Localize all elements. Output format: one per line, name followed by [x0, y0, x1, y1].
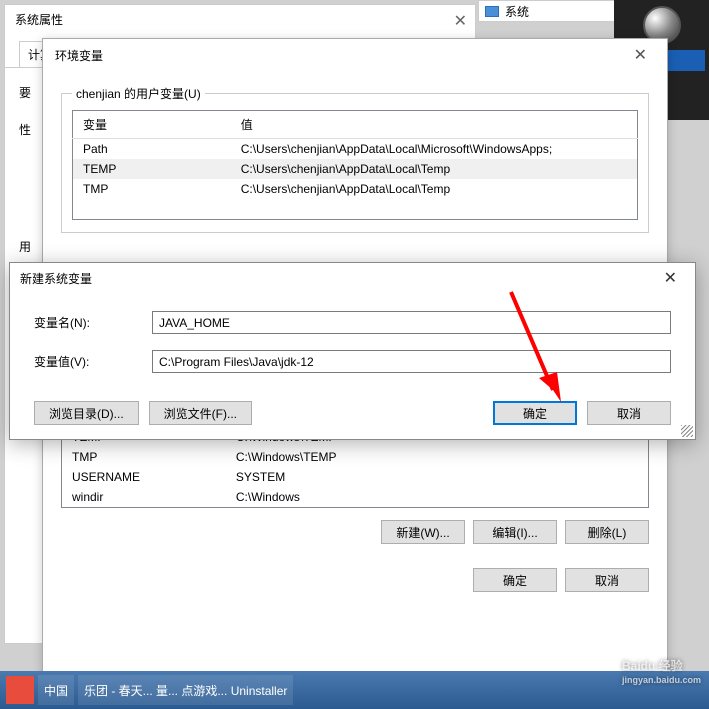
ok-button[interactable]: 确定	[473, 568, 557, 592]
taskbar-item[interactable]: 乐团 - 春天... 量... 点游戏... Uninstaller	[78, 675, 293, 705]
user-vars-table[interactable]: 变量 值 PathC:\Users\chenjian\AppData\Local…	[72, 110, 638, 220]
system-props-title: 系统属性	[15, 11, 63, 28]
system-vars-buttons: 新建(W)... 编辑(I)... 删除(L)	[61, 520, 649, 544]
table-row[interactable]: PathC:\Users\chenjian\AppData\Local\Micr…	[73, 139, 638, 160]
table-row[interactable]: windirC:\Windows	[62, 487, 649, 508]
new-system-variable-dialog: 新建系统变量 ✕ 变量名(N): 变量值(V): 浏览目录(D)... 浏览文件…	[9, 262, 696, 440]
env-titlebar: 环境变量 ✕	[43, 39, 667, 71]
table-row[interactable]: TEMPC:\Users\chenjian\AppData\Local\Temp	[73, 159, 638, 179]
cancel-button[interactable]: 取消	[565, 568, 649, 592]
env-title: 环境变量	[55, 47, 103, 64]
new-button[interactable]: 新建(W)...	[381, 520, 465, 544]
variable-value-row: 变量值(V):	[34, 350, 671, 373]
baidu-watermark: Baidu 经验 jingyan.baidu.com	[622, 654, 701, 685]
edit-button[interactable]: 编辑(I)...	[473, 520, 557, 544]
cancel-button[interactable]: 取消	[587, 401, 671, 425]
dialog-buttons: 确定 取消	[61, 568, 649, 592]
table-row[interactable]: TMPC:\Windows\TEMP	[62, 447, 649, 467]
variable-name-label: 变量名(N):	[34, 314, 140, 331]
browse-file-button[interactable]: 浏览文件(F)...	[149, 401, 252, 425]
close-icon[interactable]: ✕	[626, 43, 655, 67]
user-vars-legend: chenjian 的用户变量(U)	[72, 85, 205, 102]
newvar-title: 新建系统变量	[20, 270, 92, 287]
table-row[interactable]: USERNAMESYSTEM	[62, 467, 649, 487]
close-icon[interactable]: ✕	[454, 11, 467, 31]
monitor-icon	[485, 6, 499, 17]
taskbar: 中国 乐团 - 春天... 量... 点游戏... Uninstaller	[0, 671, 709, 709]
table-row[interactable]: TMPC:\Users\chenjian\AppData\Local\Temp	[73, 179, 638, 199]
delete-button[interactable]: 删除(L)	[565, 520, 649, 544]
newvar-titlebar: 新建系统变量 ✕	[10, 263, 695, 293]
close-icon[interactable]: ✕	[656, 266, 685, 290]
resize-grip-icon[interactable]	[681, 425, 693, 437]
variable-name-input[interactable]	[152, 311, 671, 334]
variable-value-input[interactable]	[152, 350, 671, 373]
browse-directory-button[interactable]: 浏览目录(D)...	[34, 401, 139, 425]
taskbar-app-icon[interactable]	[6, 676, 34, 704]
taskbar-item[interactable]: 中国	[38, 675, 74, 705]
system-props-titlebar: 系统属性 ✕	[5, 5, 475, 33]
variable-value-label: 变量值(V):	[34, 353, 140, 370]
col-value[interactable]: 值	[231, 111, 638, 139]
ok-button[interactable]: 确定	[493, 401, 577, 425]
col-variable[interactable]: 变量	[73, 111, 231, 139]
variable-name-row: 变量名(N):	[34, 311, 671, 334]
user-vars-group: chenjian 的用户变量(U) 变量 值 PathC:\Users\chen…	[61, 85, 649, 233]
newvar-buttons: 浏览目录(D)... 浏览文件(F)... 确定 取消	[10, 401, 695, 425]
system-window-title: 系统	[505, 3, 529, 20]
